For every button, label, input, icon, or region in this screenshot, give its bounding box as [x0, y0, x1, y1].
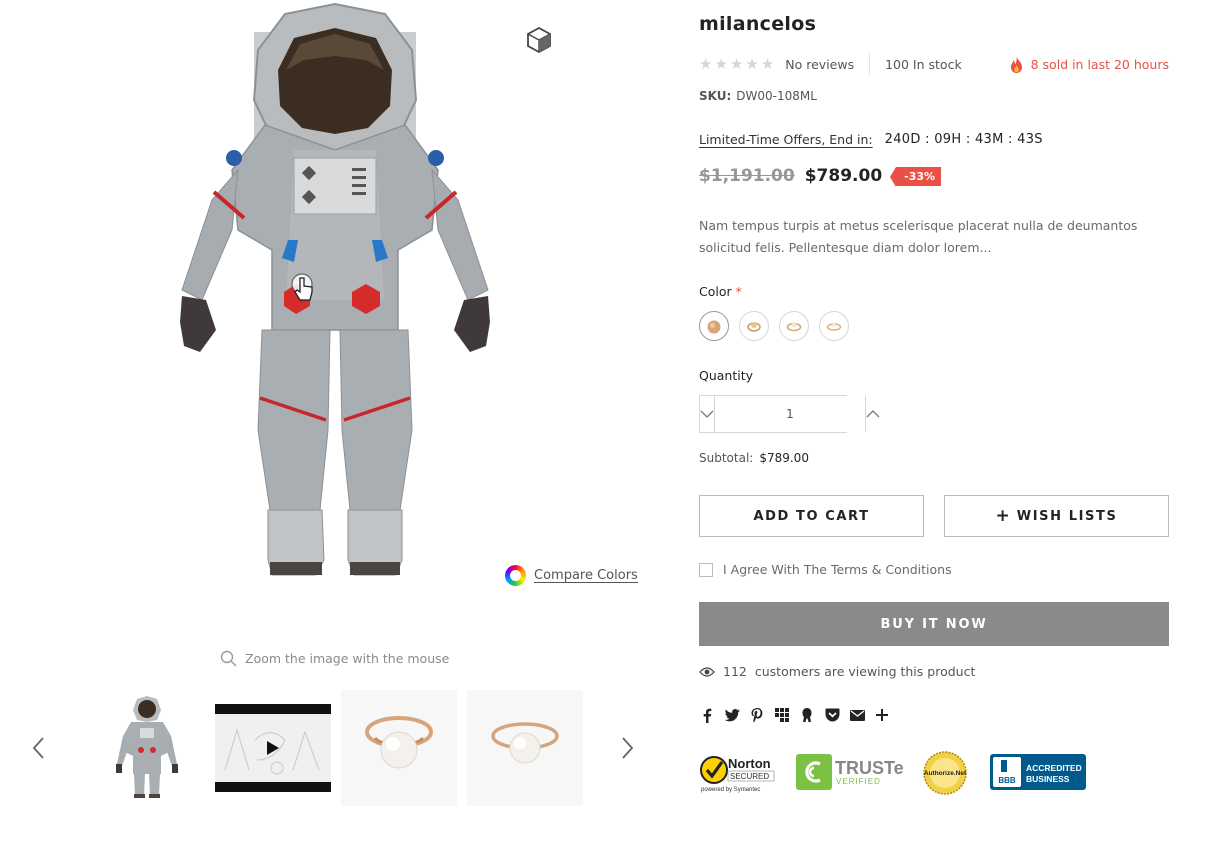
truste-verified-badge: TRUSTe VERIFIED: [796, 754, 904, 790]
tumblr-icon[interactable]: [799, 706, 815, 724]
subtotal: Subtotal: $789.00: [699, 451, 809, 465]
fire-icon: [1010, 55, 1022, 73]
svg-text:BUSINESS: BUSINESS: [1026, 774, 1070, 784]
svg-text:TRUSTe: TRUSTe: [835, 758, 904, 778]
divider: [869, 53, 871, 75]
sold-recently-text: 8 sold in last 20 hours: [1030, 56, 1169, 72]
limited-offer: Limited-Time Offers, End in: 240D : 09H …: [699, 132, 1043, 147]
star-icon: ★: [699, 55, 713, 73]
quantity-input[interactable]: [715, 396, 865, 432]
star-icon: ★: [760, 55, 775, 73]
rating-stars[interactable]: ★ ★ ★ ★ ★: [699, 55, 774, 73]
star-icon: ★: [745, 55, 759, 73]
grid-share-icon[interactable]: [774, 706, 790, 724]
viewers-count: 112: [723, 664, 747, 679]
wish-lists-button[interactable]: + WISH LISTS: [944, 495, 1169, 537]
sold-recently: 8 sold in last 20 hours: [1008, 55, 1169, 74]
sale-price: $789.00: [804, 166, 883, 186]
quantity-increase-button[interactable]: [865, 396, 880, 432]
reviews-count[interactable]: No reviews: [785, 57, 854, 72]
video-thumbnail-image: [215, 704, 331, 792]
authorize-net-badge: Authorize.Net: [923, 751, 967, 795]
pinterest-icon[interactable]: [749, 706, 765, 724]
color-swatches: [699, 311, 849, 341]
color-swatch-3[interactable]: [779, 311, 809, 341]
quantity-label: Quantity: [699, 368, 754, 383]
facebook-icon[interactable]: [699, 706, 715, 724]
thumbnail-astronaut[interactable]: [89, 690, 205, 806]
compare-colors-link[interactable]: Compare Colors: [505, 565, 638, 586]
quantity-stepper: [699, 395, 880, 433]
star-icon: ★: [714, 55, 728, 73]
svg-text:BBB: BBB: [998, 776, 1016, 785]
zoom-hint-text: Zoom the image with the mouse: [245, 651, 450, 666]
subtotal-value: $789.00: [759, 451, 809, 465]
twitter-icon[interactable]: [724, 706, 740, 724]
astronaut-model-image[interactable]: [170, 0, 500, 580]
offer-label: Limited-Time Offers, End in:: [699, 132, 873, 147]
color-label: Color *: [699, 284, 742, 299]
plus-icon: +: [995, 506, 1010, 526]
terms-checkbox-row[interactable]: I Agree With The Terms & Conditions: [699, 562, 952, 577]
viewers-notice: 112 customers are viewing this product: [699, 664, 975, 679]
social-share: [699, 706, 890, 724]
email-icon[interactable]: [849, 706, 865, 724]
astronaut-thumbnail-image: [116, 696, 178, 798]
product-meta-row: ★ ★ ★ ★ ★ No reviews 100 In stock 8 sold…: [699, 53, 1169, 75]
svg-text:Authorize.Net: Authorize.Net: [924, 770, 967, 777]
thumbnail-prev-arrow[interactable]: [28, 733, 48, 763]
product-description: Nam tempus turpis at metus scelerisque p…: [699, 218, 1138, 255]
sku: SKU: DW00-108ML: [699, 89, 817, 103]
compare-at-price: $1,191.00: [699, 166, 795, 186]
product-title: milancelos: [699, 13, 817, 35]
star-icon: ★: [729, 55, 744, 73]
viewers-text: customers are viewing this product: [754, 664, 976, 679]
norton-secured-badge: Norton SECURED powered by Symantec: [700, 756, 775, 793]
3d-cube-icon[interactable]: [525, 26, 553, 54]
subtotal-label: Subtotal:: [699, 451, 754, 465]
svg-text:VERIFIED: VERIFIED: [836, 777, 881, 786]
svg-text:powered by Symantec: powered by Symantec: [701, 787, 760, 793]
pocket-icon[interactable]: [824, 706, 840, 724]
stock-status: 100 In stock: [885, 56, 962, 72]
color-swatch-2[interactable]: [739, 311, 769, 341]
required-mark: *: [735, 284, 742, 299]
price-row: $1,191.00 $789.00 -33%: [699, 166, 942, 187]
color-wheel-icon: [505, 565, 526, 586]
color-swatch-4[interactable]: [819, 311, 849, 341]
svg-text:Norton: Norton: [728, 756, 771, 771]
quantity-decrease-button[interactable]: [700, 396, 715, 432]
svg-text:ACCREDITED: ACCREDITED: [1026, 763, 1082, 773]
zoom-hint: Zoom the image with the mouse: [220, 650, 449, 667]
sku-label: SKU:: [699, 89, 732, 103]
more-share-icon[interactable]: [874, 706, 890, 724]
eye-icon: [699, 666, 715, 677]
discount-badge: -33%: [890, 166, 942, 187]
magnifier-icon: [220, 650, 237, 667]
compare-colors-label: Compare Colors: [534, 568, 638, 583]
thumbnail-video[interactable]: [215, 690, 331, 806]
chevron-up-icon: [866, 410, 880, 418]
svg-text:SECURED: SECURED: [730, 772, 769, 781]
chevron-down-icon: [700, 410, 714, 418]
add-to-cart-button[interactable]: ADD TO CART: [699, 495, 924, 537]
product-3d-viewer[interactable]: Compare Colors: [0, 0, 690, 690]
color-swatch-1[interactable]: [699, 311, 729, 341]
pearl-ring-image: [365, 716, 433, 769]
thumbnail-next-arrow[interactable]: [618, 733, 638, 763]
thumbnail-pearl-ring-2[interactable]: [467, 690, 583, 806]
bbb-accredited-badge: BBB ACCREDITED BUSINESS: [990, 754, 1086, 790]
terms-checkbox[interactable]: [699, 562, 713, 577]
sku-value: DW00-108ML: [736, 89, 817, 103]
thumbnail-pearl-ring-1[interactable]: [341, 690, 457, 806]
countdown-timer: 240D : 09H : 43M : 43S: [884, 132, 1043, 147]
terms-label: I Agree With The Terms & Conditions: [723, 562, 952, 577]
pearl-ring-image: [491, 722, 559, 764]
buy-it-now-button[interactable]: BUY IT NOW: [699, 602, 1169, 646]
